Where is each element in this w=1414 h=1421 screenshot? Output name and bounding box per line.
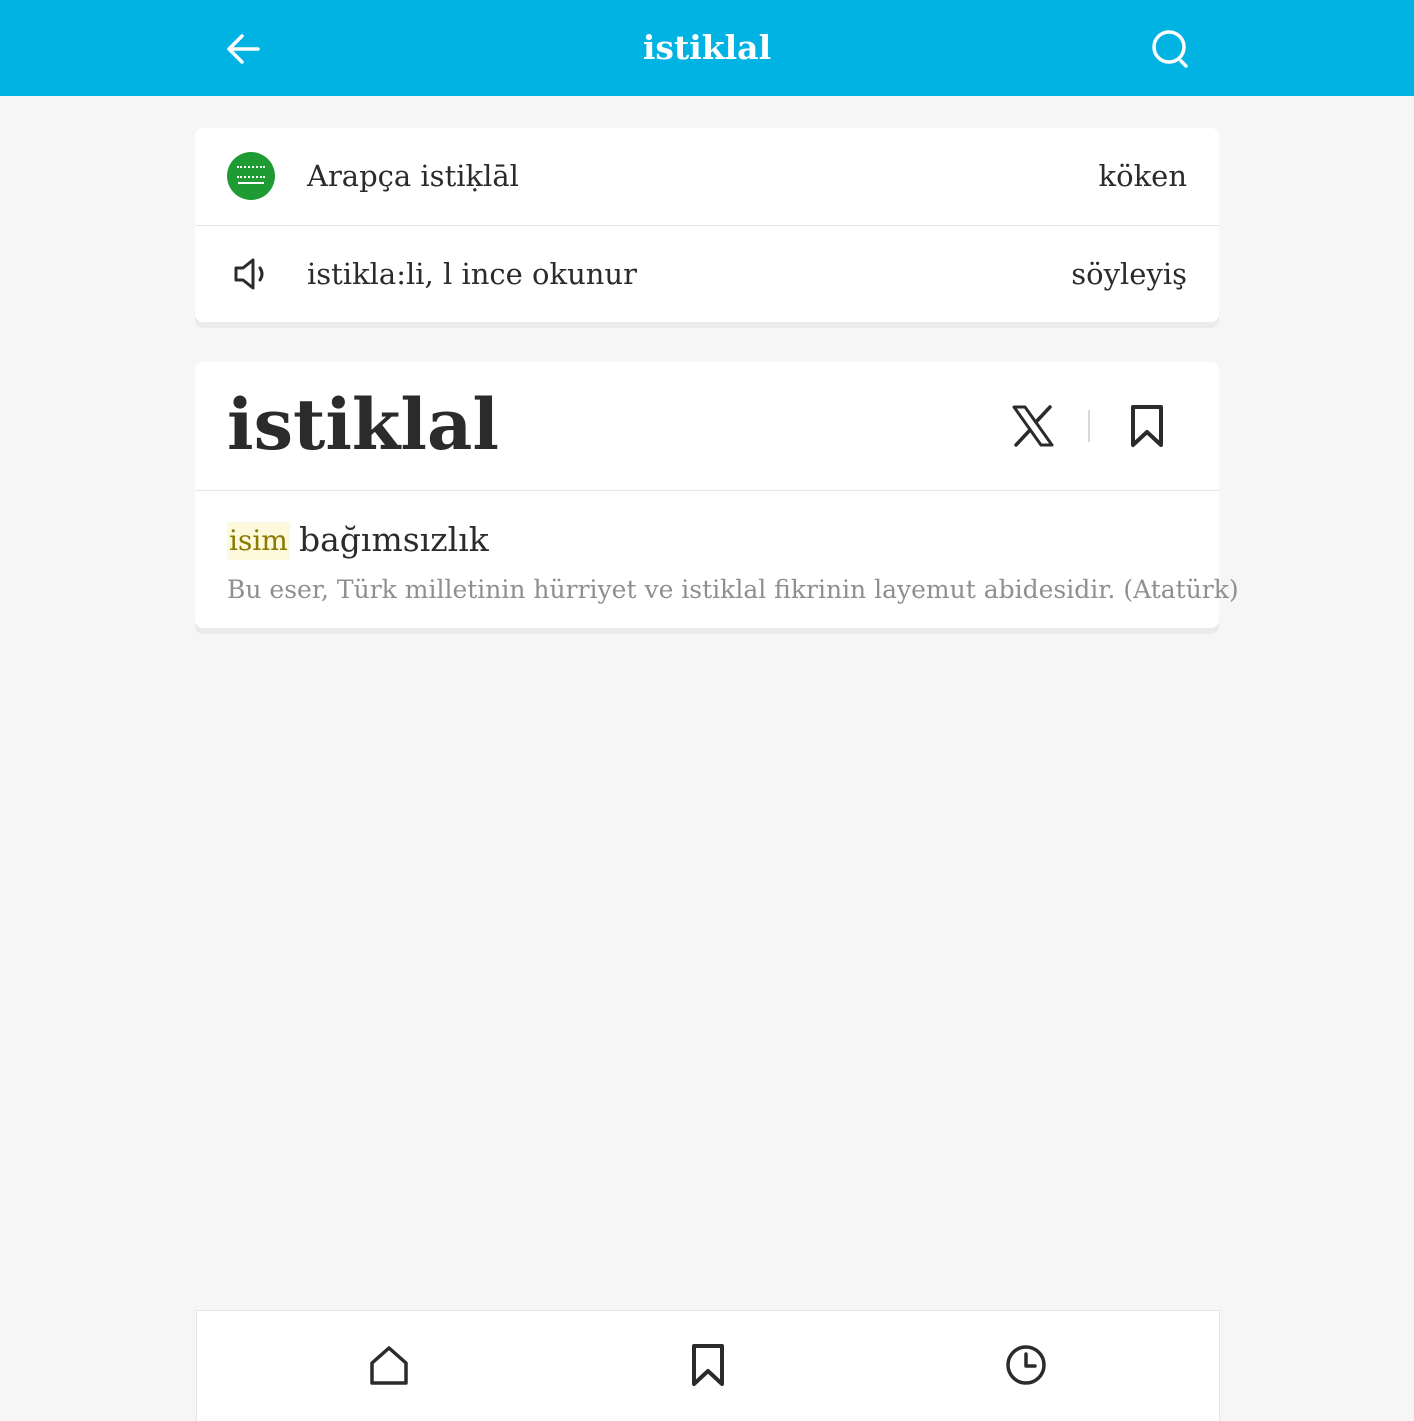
origin-row: Arapça istiḳlāl köken — [195, 128, 1219, 226]
history-clock-icon — [1006, 1345, 1046, 1385]
search-button[interactable] — [1146, 24, 1196, 74]
home-icon — [370, 1346, 408, 1385]
pronunciation-label: söyleyiş — [1071, 257, 1187, 291]
entry-header: istiklal — [195, 362, 1219, 491]
example-sentence: Bu eser, Türk milletinin hürriyet ve ist… — [227, 575, 1239, 604]
search-icon — [1152, 30, 1188, 68]
origin-text: Arapça istiḳlāl — [307, 159, 519, 193]
part-of-speech-badge: isim — [227, 522, 290, 560]
share-x-button[interactable] — [1007, 400, 1059, 452]
bookmark-button[interactable] — [1123, 400, 1171, 452]
pronunciation-text: istikla:li, l ince okunur — [307, 257, 637, 291]
bookmark-icon — [692, 1344, 724, 1386]
divider — [1088, 410, 1090, 442]
definition-text: bağımsızlık — [299, 520, 489, 559]
speaker-icon[interactable] — [227, 250, 275, 298]
bookmark-icon — [1131, 405, 1163, 447]
entry-card: istiklal isim bağımsızlık Bu eser, Türk … — [195, 362, 1239, 628]
nav-history-button[interactable] — [1000, 1339, 1052, 1391]
saudi-arabia-flag-icon — [227, 152, 275, 200]
entry-word: istiklal — [227, 383, 499, 466]
x-logo-icon — [1012, 405, 1054, 447]
page-title: istiklal — [642, 28, 772, 67]
bottom-navigation — [196, 1310, 1220, 1421]
pronunciation-row[interactable]: istikla:li, l ince okunur söyleyiş — [195, 226, 1219, 323]
nav-home-button[interactable] — [363, 1339, 415, 1391]
origin-label: köken — [1098, 159, 1187, 193]
nav-bookmarks-button[interactable] — [682, 1339, 734, 1391]
info-card: Arapça istiḳlāl köken istikla:li, l ince… — [195, 128, 1219, 322]
app-header: istiklal — [0, 0, 1414, 96]
